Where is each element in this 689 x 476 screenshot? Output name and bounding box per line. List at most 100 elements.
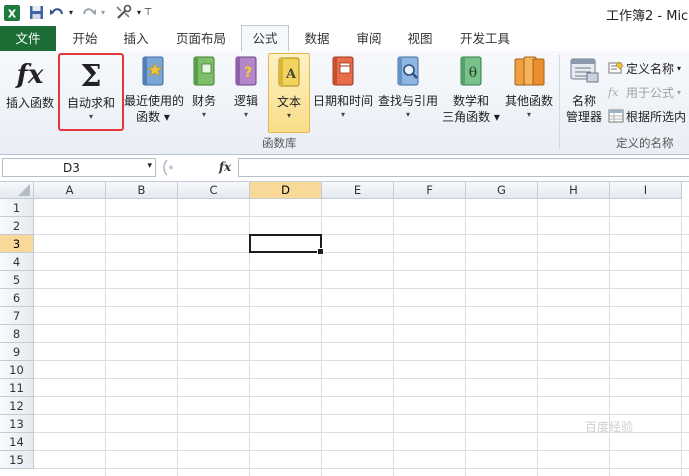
redo-dropdown-icon[interactable]: ▾ bbox=[98, 3, 108, 22]
more-functions-label: 其他函数 bbox=[504, 94, 553, 108]
insert-function-label: 插入函数 bbox=[5, 96, 54, 110]
group-separator bbox=[559, 55, 560, 149]
use-in-formula-button[interactable]: fx 用于公式 ▾ bbox=[608, 82, 681, 102]
row-header-14[interactable]: 14 bbox=[0, 433, 34, 451]
column-header-e[interactable]: E bbox=[322, 182, 394, 199]
row-header-2[interactable]: 2 bbox=[0, 217, 34, 235]
row-header-7[interactable]: 7 bbox=[0, 307, 34, 325]
row-header-8[interactable]: 8 bbox=[0, 325, 34, 343]
column-header-g[interactable]: G bbox=[466, 182, 538, 199]
column-header-b[interactable]: B bbox=[106, 182, 178, 199]
financial-label: 财务 bbox=[191, 94, 216, 108]
autosum-button[interactable]: Σ 自动求和 ▾ bbox=[58, 53, 124, 131]
row-header-10[interactable]: 10 bbox=[0, 361, 34, 379]
title-bar: X ▾ ▾ ▾ ⊤ 工作簿2 - Mic bbox=[0, 0, 689, 26]
name-box-dropdown-icon[interactable]: ▾ bbox=[147, 161, 152, 171]
name-manager-label-2: 管理器 bbox=[565, 110, 602, 124]
insert-function-fx-icon[interactable]: fx bbox=[214, 158, 236, 177]
svg-text:X: X bbox=[8, 7, 17, 20]
tools-dropdown-icon[interactable]: ▾ bbox=[135, 3, 143, 22]
undo-icon[interactable] bbox=[48, 3, 66, 22]
financial-button[interactable]: 财务 ▾ bbox=[184, 53, 224, 121]
svg-text:θ: θ bbox=[469, 65, 477, 81]
text-button[interactable]: A 文本 ▾ bbox=[268, 53, 310, 133]
svg-text:A: A bbox=[285, 67, 297, 82]
row-header-13[interactable]: 13 bbox=[0, 415, 34, 433]
undo-dropdown-icon[interactable]: ▾ bbox=[66, 3, 76, 22]
tab-view[interactable]: 视图 bbox=[399, 26, 441, 51]
autosum-label: 自动求和 bbox=[66, 96, 115, 110]
column-header-f[interactable]: F bbox=[394, 182, 466, 199]
name-box[interactable]: D3 ▾ bbox=[2, 158, 156, 177]
lookup-reference-dropdown-icon: ▾ bbox=[405, 110, 410, 119]
tab-formulas[interactable]: 公式 bbox=[241, 25, 289, 52]
define-name-dropdown-icon: ▾ bbox=[677, 63, 682, 73]
define-name-button[interactable]: 定义名称 ▾ bbox=[608, 58, 681, 78]
row-header-3[interactable]: 3 bbox=[0, 235, 34, 253]
formula-bar: D3 ▾ fx bbox=[0, 155, 689, 182]
selected-cell[interactable] bbox=[249, 234, 324, 255]
column-header-a[interactable]: A bbox=[34, 182, 106, 199]
customize-quick-access-icon[interactable]: ⊤ bbox=[143, 3, 153, 22]
financial-dropdown-icon: ▾ bbox=[201, 110, 206, 119]
use-in-formula-icon: fx bbox=[608, 85, 619, 99]
tab-data[interactable]: 数据 bbox=[296, 26, 338, 51]
row-header-6[interactable]: 6 bbox=[0, 289, 34, 307]
tools-icon[interactable] bbox=[113, 3, 135, 22]
more-functions-button[interactable]: 其他函数 ▾ bbox=[502, 53, 556, 121]
name-manager-label-1: 名称 bbox=[571, 94, 596, 108]
tab-insert[interactable]: 插入 bbox=[115, 26, 157, 51]
logical-label: 逻辑 bbox=[233, 94, 258, 108]
tab-review[interactable]: 审阅 bbox=[348, 26, 390, 51]
logical-dropdown-icon: ▾ bbox=[243, 110, 248, 119]
row-header-12[interactable]: 12 bbox=[0, 397, 34, 415]
date-time-button[interactable]: 日期和时间 ▾ bbox=[311, 53, 375, 121]
defined-names-group-label: 定义的名称 bbox=[616, 136, 674, 150]
function-library-group-label: 函数库 bbox=[262, 136, 297, 150]
fx-icon: fx bbox=[12, 53, 48, 95]
recently-used-label-1: 最近使用的 bbox=[124, 94, 185, 108]
insert-function-button[interactable]: fx 插入函数 bbox=[2, 53, 58, 111]
column-header-h[interactable]: H bbox=[538, 182, 610, 199]
autosum-dropdown-icon: ▾ bbox=[88, 112, 93, 121]
name-manager-button[interactable]: 名称 管理器 bbox=[562, 53, 606, 125]
text-label: 文本 bbox=[276, 95, 301, 109]
row-header-11[interactable]: 11 bbox=[0, 379, 34, 397]
tab-home[interactable]: 开始 bbox=[64, 26, 106, 51]
column-header-c[interactable]: C bbox=[178, 182, 250, 199]
lookup-reference-button[interactable]: 查找与引用 ▾ bbox=[376, 53, 440, 121]
logical-button[interactable]: ? 逻辑 ▾ bbox=[226, 53, 266, 121]
row-header-15[interactable]: 15 bbox=[0, 451, 34, 469]
row-header-9[interactable]: 9 bbox=[0, 343, 34, 361]
row-header-4[interactable]: 4 bbox=[0, 253, 34, 271]
recently-used-button[interactable]: 最近使用的 函数 ▾ bbox=[124, 53, 185, 125]
more-functions-dropdown-icon: ▾ bbox=[526, 110, 531, 119]
create-from-selection-button[interactable]: 根据所选内 bbox=[608, 106, 686, 126]
window-title: 工作簿2 - Mic bbox=[606, 9, 689, 24]
math-trig-button[interactable]: θ 数学和 三角函数 ▾ bbox=[441, 53, 501, 125]
row-header-1[interactable]: 1 bbox=[0, 199, 34, 217]
tab-developer[interactable]: 开发工具 bbox=[452, 26, 518, 51]
formula-input[interactable] bbox=[238, 158, 689, 177]
date-time-book-icon bbox=[326, 53, 360, 93]
define-name-icon bbox=[608, 61, 624, 75]
row-header-5[interactable]: 5 bbox=[0, 271, 34, 289]
create-from-selection-icon bbox=[608, 109, 624, 123]
define-name-label: 定义名称 bbox=[626, 61, 675, 76]
save-icon[interactable] bbox=[27, 3, 45, 22]
recently-used-label-2: 函数 ▾ bbox=[136, 110, 170, 124]
redo-icon[interactable] bbox=[80, 3, 98, 22]
use-in-formula-dropdown-icon: ▾ bbox=[677, 87, 682, 97]
tab-page-layout[interactable]: 页面布局 bbox=[168, 26, 234, 51]
worksheet-grid[interactable]: ABCDEFGHI 1 2 3 4 5 6 7 8 9 10 11 12 13 14 15 百度经验 bbox=[0, 182, 689, 476]
name-box-value: D3 bbox=[63, 161, 80, 175]
fill-handle[interactable] bbox=[317, 248, 324, 255]
column-header-i[interactable]: I bbox=[610, 182, 682, 199]
tab-file[interactable]: 文件 bbox=[0, 26, 56, 51]
select-all-corner[interactable] bbox=[0, 182, 34, 199]
math-trig-label-2: 三角函数 ▾ bbox=[442, 110, 500, 124]
text-dropdown-icon: ▾ bbox=[286, 111, 291, 120]
text-book-icon: A bbox=[272, 54, 306, 94]
excel-logo-icon[interactable]: X bbox=[2, 3, 22, 22]
column-header-d[interactable]: D bbox=[250, 182, 322, 199]
